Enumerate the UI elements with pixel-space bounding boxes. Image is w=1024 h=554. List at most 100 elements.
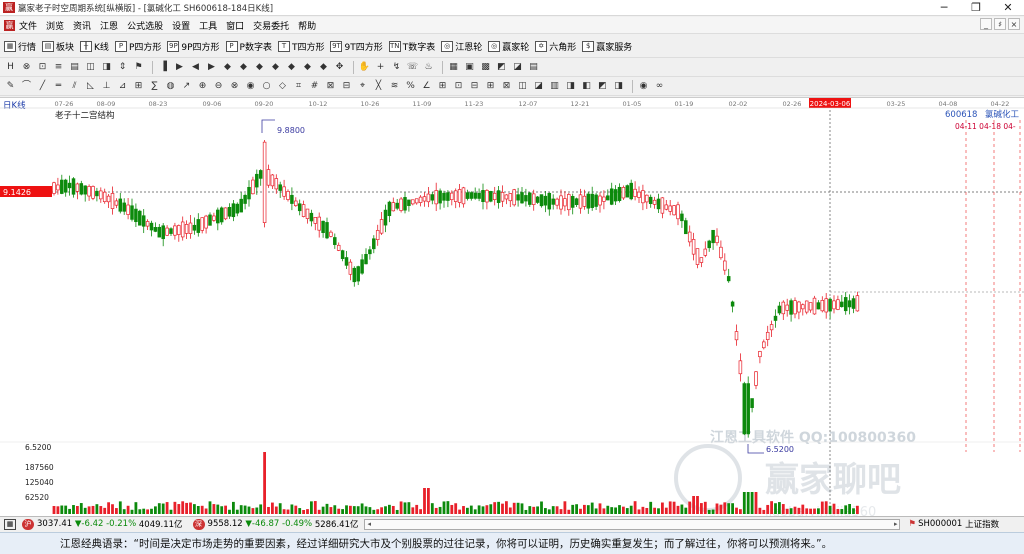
- toolbar2-button-icon-29[interactable]: ▦: [447, 61, 460, 74]
- toolbar2-button-icon-26[interactable]: ☏: [406, 61, 419, 74]
- toolbar3-button-icon-21[interactable]: ⊟: [340, 80, 353, 93]
- toolbar3-button-icon-7[interactable]: ⊿: [116, 80, 129, 93]
- toolbar3-button-icon-2[interactable]: ╱: [36, 80, 49, 93]
- status-index-name[interactable]: 上证指数: [965, 518, 999, 530]
- toolbar3-button-icon-17[interactable]: ◇: [276, 80, 289, 93]
- toolbar3-button-icon-38[interactable]: ◨: [612, 80, 625, 93]
- menu-item-6[interactable]: 工具: [199, 19, 217, 32]
- toolbar2-button-icon-19[interactable]: ◆: [301, 61, 314, 74]
- toolbar3-button-icon-37[interactable]: ◩: [596, 80, 609, 93]
- toolbar2-button-icon-14[interactable]: ◆: [221, 61, 234, 74]
- toolbar3-button-icon-33[interactable]: ◪: [532, 80, 545, 93]
- toolbar3-button-icon-10[interactable]: ◍: [164, 80, 177, 93]
- toolbar2-button-icon-4[interactable]: ▤: [68, 61, 81, 74]
- toolbar3-button-icon-40[interactable]: ◉: [637, 80, 650, 93]
- toolbar2-button-icon-7[interactable]: ⇕: [116, 61, 129, 74]
- minimize-button[interactable]: ─: [928, 0, 960, 16]
- toolbar2-button-icon-17[interactable]: ◆: [269, 61, 282, 74]
- toolbar2-button-icon-2[interactable]: ⊡: [36, 61, 49, 74]
- toolbar2-button-icon-18[interactable]: ◆: [285, 61, 298, 74]
- toolbar3-button-icon-0[interactable]: ✎: [4, 80, 17, 93]
- toolbar-item-9[interactable]: ◎ 江恩轮: [441, 40, 482, 53]
- toolbar2-button-icon-8[interactable]: ⚑: [132, 61, 145, 74]
- toolbar-item-5[interactable]: P P数字表: [225, 40, 272, 53]
- toolbar3-button-icon-9[interactable]: ∑: [148, 80, 161, 93]
- toolbar2-button-icon-12[interactable]: ◀: [189, 61, 202, 74]
- toolbar3-button-icon-3[interactable]: ═: [52, 80, 65, 93]
- menu-item-7[interactable]: 窗口: [226, 19, 244, 32]
- toolbar3-button-icon-22[interactable]: ⌖: [356, 80, 369, 93]
- toolbar2-button-icon-20[interactable]: ◆: [317, 61, 330, 74]
- scroll-left-arrow-icon[interactable]: ◂: [367, 520, 371, 528]
- toolbar3-button-icon-11[interactable]: ↗: [180, 80, 193, 93]
- toolbar2-button-icon-25[interactable]: ↯: [390, 61, 403, 74]
- restore-button[interactable]: ❐: [960, 0, 992, 16]
- toolbar3-button-icon-27[interactable]: ⊞: [436, 80, 449, 93]
- toolbar2-button-icon-13[interactable]: ▶: [205, 61, 218, 74]
- toolbar2-button-icon-23[interactable]: ✋: [358, 61, 371, 74]
- toolbar3-button-icon-24[interactable]: ≋: [388, 80, 401, 93]
- toolbar2-button-icon-15[interactable]: ◆: [237, 61, 250, 74]
- toolbar3-button-icon-34[interactable]: ▥: [548, 80, 561, 93]
- toolbar3-button-icon-32[interactable]: ◫: [516, 80, 529, 93]
- toolbar-item-1[interactable]: ▤ 板块: [42, 40, 74, 53]
- toolbar2-button-icon-34[interactable]: ▤: [527, 61, 540, 74]
- toolbar-item-3[interactable]: P P四方形: [114, 40, 161, 53]
- toolbar3-button-icon-6[interactable]: ⊥: [100, 80, 113, 93]
- toolbar2-button-icon-31[interactable]: ▩: [479, 61, 492, 74]
- toolbar3-button-icon-36[interactable]: ◧: [580, 80, 593, 93]
- news-scrollbar[interactable]: ◂ ▸: [364, 518, 901, 530]
- toolbar-item-7[interactable]: 9T 9T四方形: [330, 40, 383, 53]
- toolbar-item-12[interactable]: $ 赢家服务: [582, 40, 632, 53]
- toolbar-item-10[interactable]: ◎ 赢家轮: [488, 40, 529, 53]
- toolbar2-button-icon-27[interactable]: ♨: [422, 61, 435, 74]
- scroll-right-arrow-icon[interactable]: ▸: [894, 520, 898, 528]
- toolbar-item-0[interactable]: ▦ 行情: [4, 40, 36, 53]
- mdi-button-2[interactable]: ×: [1008, 18, 1020, 30]
- menu-item-9[interactable]: 帮助: [298, 19, 316, 32]
- menu-item-8[interactable]: 交易委托: [253, 19, 289, 32]
- toolbar3-button-icon-31[interactable]: ⊠: [500, 80, 513, 93]
- menu-item-4[interactable]: 公式选股: [127, 19, 163, 32]
- toolbar3-button-icon-28[interactable]: ⊡: [452, 80, 465, 93]
- toolbar2-button-icon-3[interactable]: ≡: [52, 61, 65, 74]
- toolbar3-button-icon-30[interactable]: ⊞: [484, 80, 497, 93]
- toolbar2-button-icon-30[interactable]: ▣: [463, 61, 476, 74]
- toolbar3-button-icon-25[interactable]: %: [404, 80, 417, 93]
- kline-chart-panel[interactable]: 日K线 07-26 08-09 08-23 09-06 09-20 10-12 10-26 11…: [0, 97, 1024, 520]
- toolbar2-button-icon-6[interactable]: ◨: [100, 61, 113, 74]
- toolbar2-button-icon-21[interactable]: ✥: [333, 61, 346, 74]
- toolbar3-button-icon-14[interactable]: ⊗: [228, 80, 241, 93]
- toolbar2-button-icon-33[interactable]: ◪: [511, 61, 524, 74]
- toolbar3-button-icon-16[interactable]: ○: [260, 80, 273, 93]
- toolbar3-button-icon-8[interactable]: ⊞: [132, 80, 145, 93]
- menu-item-2[interactable]: 资讯: [73, 19, 91, 32]
- toolbar-item-6[interactable]: T T四方形: [277, 40, 324, 53]
- toolbar2-button-icon-24[interactable]: +: [374, 61, 387, 74]
- toolbar3-button-icon-4[interactable]: ⫽: [68, 80, 81, 93]
- mdi-button-0[interactable]: _: [980, 18, 992, 30]
- toolbar2-button-icon-32[interactable]: ◩: [495, 61, 508, 74]
- toolbar3-button-icon-15[interactable]: ◉: [244, 80, 257, 93]
- toolbar3-button-icon-23[interactable]: ╳: [372, 80, 385, 93]
- menu-item-1[interactable]: 浏览: [46, 19, 64, 32]
- toolbar-item-8[interactable]: TN T数字表: [388, 40, 435, 53]
- toolbar3-button-icon-35[interactable]: ◨: [564, 80, 577, 93]
- menu-item-3[interactable]: 江恩: [100, 19, 118, 32]
- toolbar-item-2[interactable]: ╫ K线: [80, 40, 109, 53]
- toolbar3-button-icon-19[interactable]: #: [308, 80, 321, 93]
- toolbar3-button-icon-18[interactable]: ⌗: [292, 80, 305, 93]
- close-button[interactable]: ✕: [992, 0, 1024, 16]
- grid-icon[interactable]: ▦: [4, 518, 16, 530]
- toolbar2-button-icon-11[interactable]: ▶: [173, 61, 186, 74]
- menu-item-5[interactable]: 设置: [172, 19, 190, 32]
- status-index-code[interactable]: SH000001: [918, 519, 962, 529]
- toolbar3-button-icon-1[interactable]: ⌒: [20, 80, 33, 93]
- kline-chart[interactable]: 日K线 07-26 08-09 08-23 09-06 09-20 10-12 10-26 11…: [0, 98, 1024, 520]
- mdi-button-1[interactable]: ♯: [994, 18, 1006, 30]
- menu-item-0[interactable]: 文件: [19, 19, 37, 32]
- toolbar-item-4[interactable]: 9P 9P四方形: [167, 40, 220, 53]
- period-label[interactable]: 日K线: [3, 100, 26, 111]
- toolbar2-button-icon-16[interactable]: ◆: [253, 61, 266, 74]
- toolbar2-button-icon-0[interactable]: H: [4, 61, 17, 74]
